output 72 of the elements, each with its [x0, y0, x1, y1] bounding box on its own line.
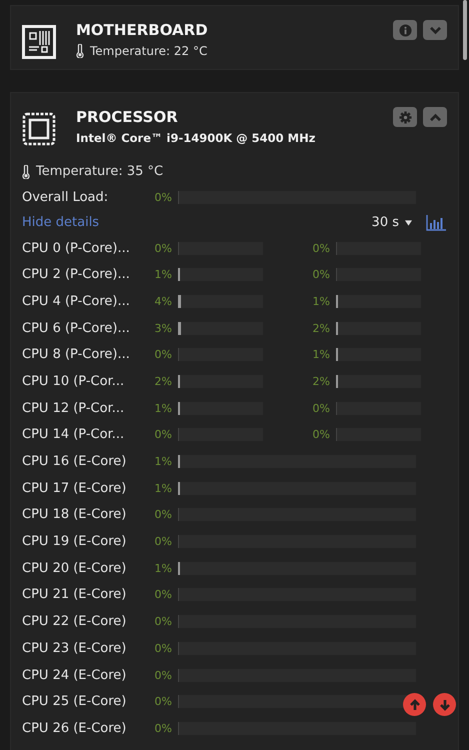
- core-label: CPU 8 (P-Core)...: [22, 347, 131, 362]
- hide-details-link[interactable]: Hide details: [22, 215, 100, 230]
- settings-icon: [398, 110, 412, 124]
- load-label: Overall Load:: [22, 190, 110, 205]
- chevron-down-icon: [428, 26, 442, 34]
- core-percent: 2%: [154, 374, 172, 388]
- core-percent: 0%: [154, 722, 172, 735]
- core-label: CPU 10 (P-Cor...: [22, 374, 126, 389]
- core-label: CPU 4 (P-Core)...: [22, 294, 131, 309]
- arrow-up-icon: [408, 698, 422, 712]
- core-percent: 0%: [312, 428, 330, 442]
- core-percent: 1%: [312, 348, 330, 362]
- core-percent: 0%: [312, 268, 330, 282]
- core-percent: 2%: [312, 374, 330, 388]
- core-percent: 1%: [154, 562, 172, 575]
- processor-model: Intel® Core™ i9-14900K @ 5400 MHz: [76, 130, 316, 146]
- core-percent: 3%: [154, 322, 172, 335]
- load-percent: 0%: [154, 190, 172, 204]
- card-title: MOTHERBOARD: [76, 20, 209, 40]
- core-percent: 0%: [154, 615, 172, 628]
- core-label: CPU 26 (E-Core): [22, 720, 128, 736]
- core-percent: 0%: [312, 402, 330, 415]
- core-label: CPU 19 (E-Core): [22, 534, 128, 550]
- interval-dropdown[interactable]: 30 s: [372, 215, 412, 230]
- core-percent: 1%: [154, 482, 172, 495]
- core-percent: 0%: [154, 668, 172, 682]
- core-label: CPU 20 (E-Core): [22, 560, 128, 576]
- core-percent: 0%: [154, 508, 172, 522]
- core-percent: 0%: [154, 242, 172, 255]
- arrow-down-icon: [438, 698, 452, 712]
- dropdown-arrow-icon: [405, 220, 412, 226]
- core-label: CPU 22 (E-Core): [22, 614, 128, 630]
- settings-button[interactable]: [393, 107, 417, 127]
- scrollbar[interactable]: [463, 0, 467, 60]
- core-label: CPU 23 (E-Core): [22, 640, 128, 656]
- core-percent: 1%: [154, 268, 172, 282]
- core-percent: 4%: [154, 294, 172, 308]
- core-percent: 1%: [312, 294, 330, 308]
- thermometer-icon: [76, 44, 84, 58]
- chip-icon: [22, 112, 56, 146]
- core-label: CPU 24 (E-Core): [22, 668, 128, 683]
- core-label: CPU 6 (P-Core)...: [22, 320, 131, 336]
- core-percent: 1%: [154, 455, 172, 468]
- chevron-up-icon: [428, 112, 442, 122]
- core-label: CPU 17 (E-Core): [22, 480, 128, 496]
- temperature-text: Temperature: 22 °C: [90, 43, 208, 59]
- core-percent: 0%: [154, 535, 172, 548]
- core-label: CPU 16 (E-Core): [22, 454, 128, 470]
- temperature-text: Temperature: 35 °C: [36, 164, 164, 180]
- core-label: CPU 21 (E-Core): [22, 587, 128, 602]
- collapse-button[interactable]: [423, 107, 447, 127]
- core-percent: 0%: [154, 695, 172, 708]
- core-percent: 1%: [154, 402, 172, 415]
- core-percent: 0%: [312, 242, 330, 255]
- core-label: CPU 2 (P-Core)...: [22, 267, 131, 282]
- core-label: CPU 14 (P-Cor...: [22, 427, 126, 442]
- core-percent: 0%: [154, 642, 172, 655]
- core-label: CPU 12 (P-Cor...: [22, 400, 126, 416]
- thermometer-icon: [22, 165, 30, 179]
- core-label: CPU 25 (E-Core): [22, 694, 128, 710]
- core-label: CPU 0 (P-Core)...: [22, 240, 131, 256]
- info-button[interactable]: [393, 20, 417, 40]
- card-title: PROCESSOR: [76, 107, 179, 127]
- core-percent: 0%: [154, 348, 172, 362]
- core-label: CPU 18 (E-Core): [22, 507, 128, 522]
- core-percent: 0%: [154, 588, 172, 602]
- expand-button[interactable]: [423, 20, 447, 40]
- core-percent: 2%: [312, 322, 330, 335]
- bar-chart-icon[interactable]: [426, 214, 446, 231]
- info-icon: [398, 24, 412, 36]
- circuit-board-icon: [22, 25, 56, 59]
- core-percent: 0%: [154, 428, 172, 442]
